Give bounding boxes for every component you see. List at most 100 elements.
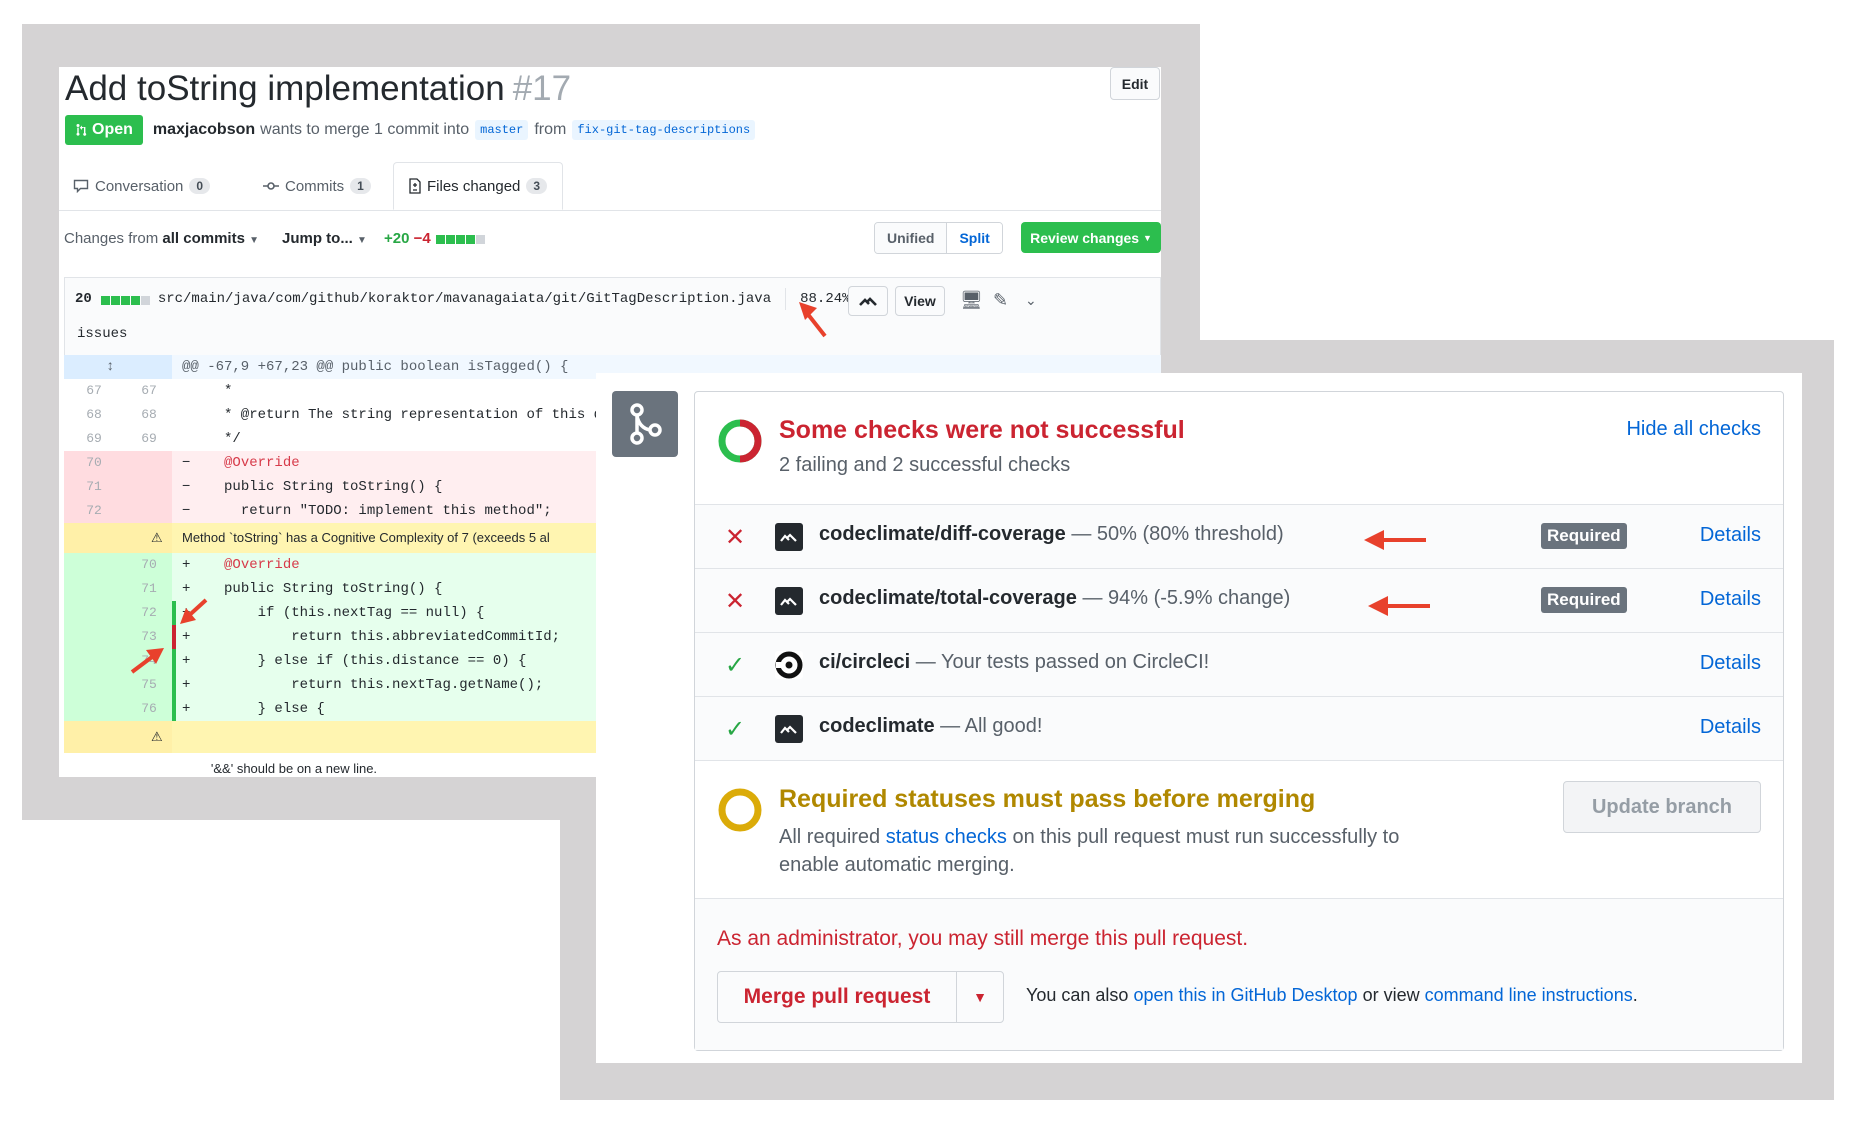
caret-down-icon: ▼ (1142, 232, 1152, 243)
unified-button[interactable]: Unified (875, 223, 948, 253)
warning-icon: ⚠ (151, 729, 163, 744)
checks-subtitle: 2 failing and 2 successful checks (779, 454, 1071, 476)
pencil-icon[interactable]: ✎ (993, 290, 1008, 311)
required-text: All required status checks on this pull … (779, 823, 1459, 879)
codeclimate-button[interactable] (848, 286, 888, 316)
issues-label: issues (77, 326, 128, 342)
expand-icon[interactable]: ↕ (106, 355, 114, 379)
status-checks-link[interactable]: status checks (886, 826, 1007, 848)
jump-to-select[interactable]: Jump to... ▼ (282, 230, 367, 247)
required-text-before: All required (779, 826, 881, 848)
jump-label: Jump to... (282, 230, 353, 247)
tab-files-changed[interactable]: Files changed 3 (393, 162, 564, 210)
admin-notice: As an administrator, you may still merge… (717, 927, 1249, 950)
diffstat-bar (435, 230, 485, 247)
check-text: codeclimate — All good! (819, 715, 1042, 738)
required-badge: Required (1541, 587, 1627, 613)
annotation-arrow-icon (130, 648, 164, 674)
new-line-number[interactable]: 71 (124, 577, 174, 601)
code-text: @Override (190, 557, 300, 573)
github-desktop-link[interactable]: open this in GitHub Desktop (1133, 985, 1357, 1005)
check-name: codeclimate (819, 715, 935, 737)
tab-commits[interactable]: Commits 1 (263, 162, 371, 210)
author-link[interactable]: maxjacobson (153, 121, 255, 139)
old-line-number[interactable]: 72 (69, 499, 119, 523)
hunk-header: @@ -67,9 +67,23 @@ public boolean isTagg… (182, 359, 569, 375)
new-line-number[interactable]: 75 (124, 673, 174, 697)
new-line-number[interactable]: 70 (124, 553, 174, 577)
new-line-number[interactable]: 67 (124, 379, 174, 403)
merge-box: Some checks were not successful 2 failin… (694, 391, 1784, 1051)
coverage-mark-covered (172, 649, 176, 721)
success-check-icon: ✓ (725, 716, 746, 743)
divider (785, 288, 787, 310)
old-line-number[interactable]: 69 (69, 427, 119, 451)
tab-conversation[interactable]: Conversation 0 (73, 162, 211, 210)
base-branch[interactable]: master (475, 120, 529, 140)
warning-text[interactable]: Method `toString` has a Cognitive Comple… (182, 523, 550, 553)
diffstat: +20 −4 (384, 230, 485, 247)
from-text: from (534, 121, 567, 138)
warning-text[interactable]: '&&' should be on a new line. (211, 761, 377, 776)
caret-down-icon: ▼ (249, 235, 259, 246)
check-description: — 50% (80% threshold) (1071, 523, 1284, 545)
merge-status-panel: Some checks were not successful 2 failin… (596, 373, 1802, 1063)
annotation-arrow-icon (1364, 530, 1426, 550)
new-line-number[interactable]: 69 (124, 427, 174, 451)
checks-donut-icon (718, 419, 762, 463)
code-text: public String toString() { (190, 479, 443, 495)
hide-checks-link[interactable]: Hide all checks (1626, 418, 1761, 441)
old-line-number[interactable]: 71 (69, 475, 119, 499)
details-link[interactable]: Details (1700, 652, 1761, 675)
required-title: Required statuses must pass before mergi… (779, 785, 1316, 813)
code-text: * (182, 383, 233, 399)
update-branch-button[interactable]: Update branch (1563, 781, 1761, 833)
changes-from-select[interactable]: Changes from all commits ▼ (64, 230, 259, 247)
check-text: codeclimate/total-coverage — 94% (-5.9% … (819, 587, 1290, 610)
caret-down-icon: ▼ (357, 235, 367, 246)
view-button[interactable]: View (895, 286, 945, 316)
changes-prefix: Changes from (64, 230, 159, 247)
merge-method-dropdown[interactable]: ▼ (957, 972, 1003, 1022)
check-description: — Your tests passed on CircleCI! (915, 651, 1210, 673)
caret-down-icon: ▼ (973, 989, 987, 1005)
tab-label: Files changed (427, 177, 521, 195)
head-branch[interactable]: fix-git-tag-descriptions (572, 120, 756, 140)
details-link[interactable]: Details (1700, 524, 1761, 547)
changes-value: all commits (162, 230, 245, 247)
required-badge: Required (1541, 523, 1627, 549)
annotation-arrow-icon (1368, 596, 1430, 616)
code-text: } else { (190, 701, 325, 717)
edit-button[interactable]: Edit (1110, 67, 1160, 100)
new-line-number[interactable]: 72 (124, 601, 174, 625)
codeclimate-icon (859, 297, 877, 306)
old-line-number[interactable]: 68 (69, 403, 119, 427)
check-row: ✕ codeclimate/diff-coverage — 50% (80% t… (695, 505, 1783, 569)
diff-view-toggle: Unified Split (874, 222, 1003, 254)
old-line-number[interactable]: 67 (69, 379, 119, 403)
details-link[interactable]: Details (1700, 588, 1761, 611)
page-title: Add toString implementation #17 (65, 69, 571, 109)
code-text: } else if (this.distance == 0) { (190, 653, 527, 669)
old-line-number[interactable]: 70 (69, 451, 119, 475)
new-line-number[interactable]: 76 (124, 697, 174, 721)
annotation-arrow-icon (799, 302, 827, 338)
review-changes-button[interactable]: Review changes ▼ (1021, 222, 1161, 253)
merge-pr-button[interactable]: Merge pull request (718, 972, 957, 1022)
details-link[interactable]: Details (1700, 716, 1761, 739)
chevron-down-icon[interactable]: ⌄ (1025, 292, 1037, 309)
new-line-number[interactable]: 68 (124, 403, 174, 427)
success-check-icon: ✓ (725, 652, 746, 679)
state-label: Open (92, 121, 133, 138)
code-text: * @return The string representation of t… (182, 407, 603, 423)
check-text: ci/circleci — Your tests passed on Circl… (819, 651, 1209, 674)
split-button[interactable]: Split (947, 223, 1002, 253)
merge-section: As an administrator, you may still merge… (695, 899, 1783, 1050)
required-status-section: Required statuses must pass before mergi… (695, 761, 1783, 899)
check-description: — All good! (940, 715, 1043, 737)
check-row: ✕ codeclimate/total-coverage — 94% (-5.9… (695, 569, 1783, 633)
desktop-icon[interactable]: 🖥 (960, 290, 983, 311)
pull-request-icon (76, 124, 87, 136)
command-line-link[interactable]: command line instructions (1425, 985, 1633, 1005)
file-path[interactable]: src/main/java/com/github/koraktor/mavana… (158, 291, 771, 307)
